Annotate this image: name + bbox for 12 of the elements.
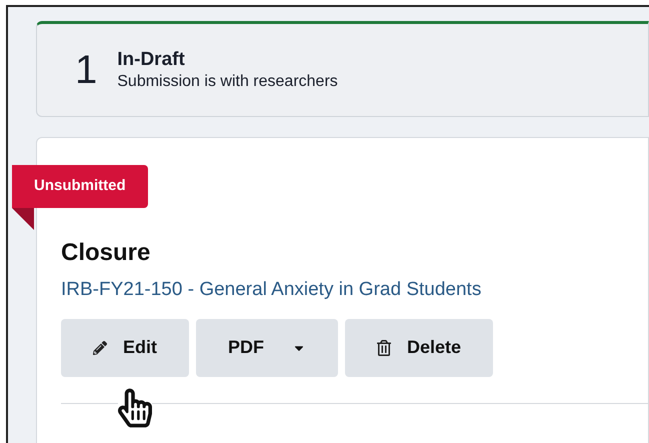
pencil-icon bbox=[93, 340, 107, 354]
status-title: In-Draft bbox=[117, 48, 186, 72]
ribbon-badge: Unsubmitted bbox=[12, 165, 148, 208]
trash-icon bbox=[377, 340, 391, 356]
study-link[interactable]: IRB-FY21-150 - General Anxiety in Grad Students bbox=[61, 276, 648, 304]
ribbon-fold-icon bbox=[12, 208, 34, 230]
status-count: 1 bbox=[75, 50, 98, 90]
closure-title: Closure bbox=[61, 238, 152, 268]
pdf-dropdown-button[interactable]: PDF bbox=[196, 318, 338, 376]
delete-button[interactable]: Delete bbox=[345, 318, 494, 376]
edit-button[interactable]: Edit bbox=[61, 318, 189, 376]
status-subtitle: Submission is with researchers bbox=[117, 72, 338, 92]
